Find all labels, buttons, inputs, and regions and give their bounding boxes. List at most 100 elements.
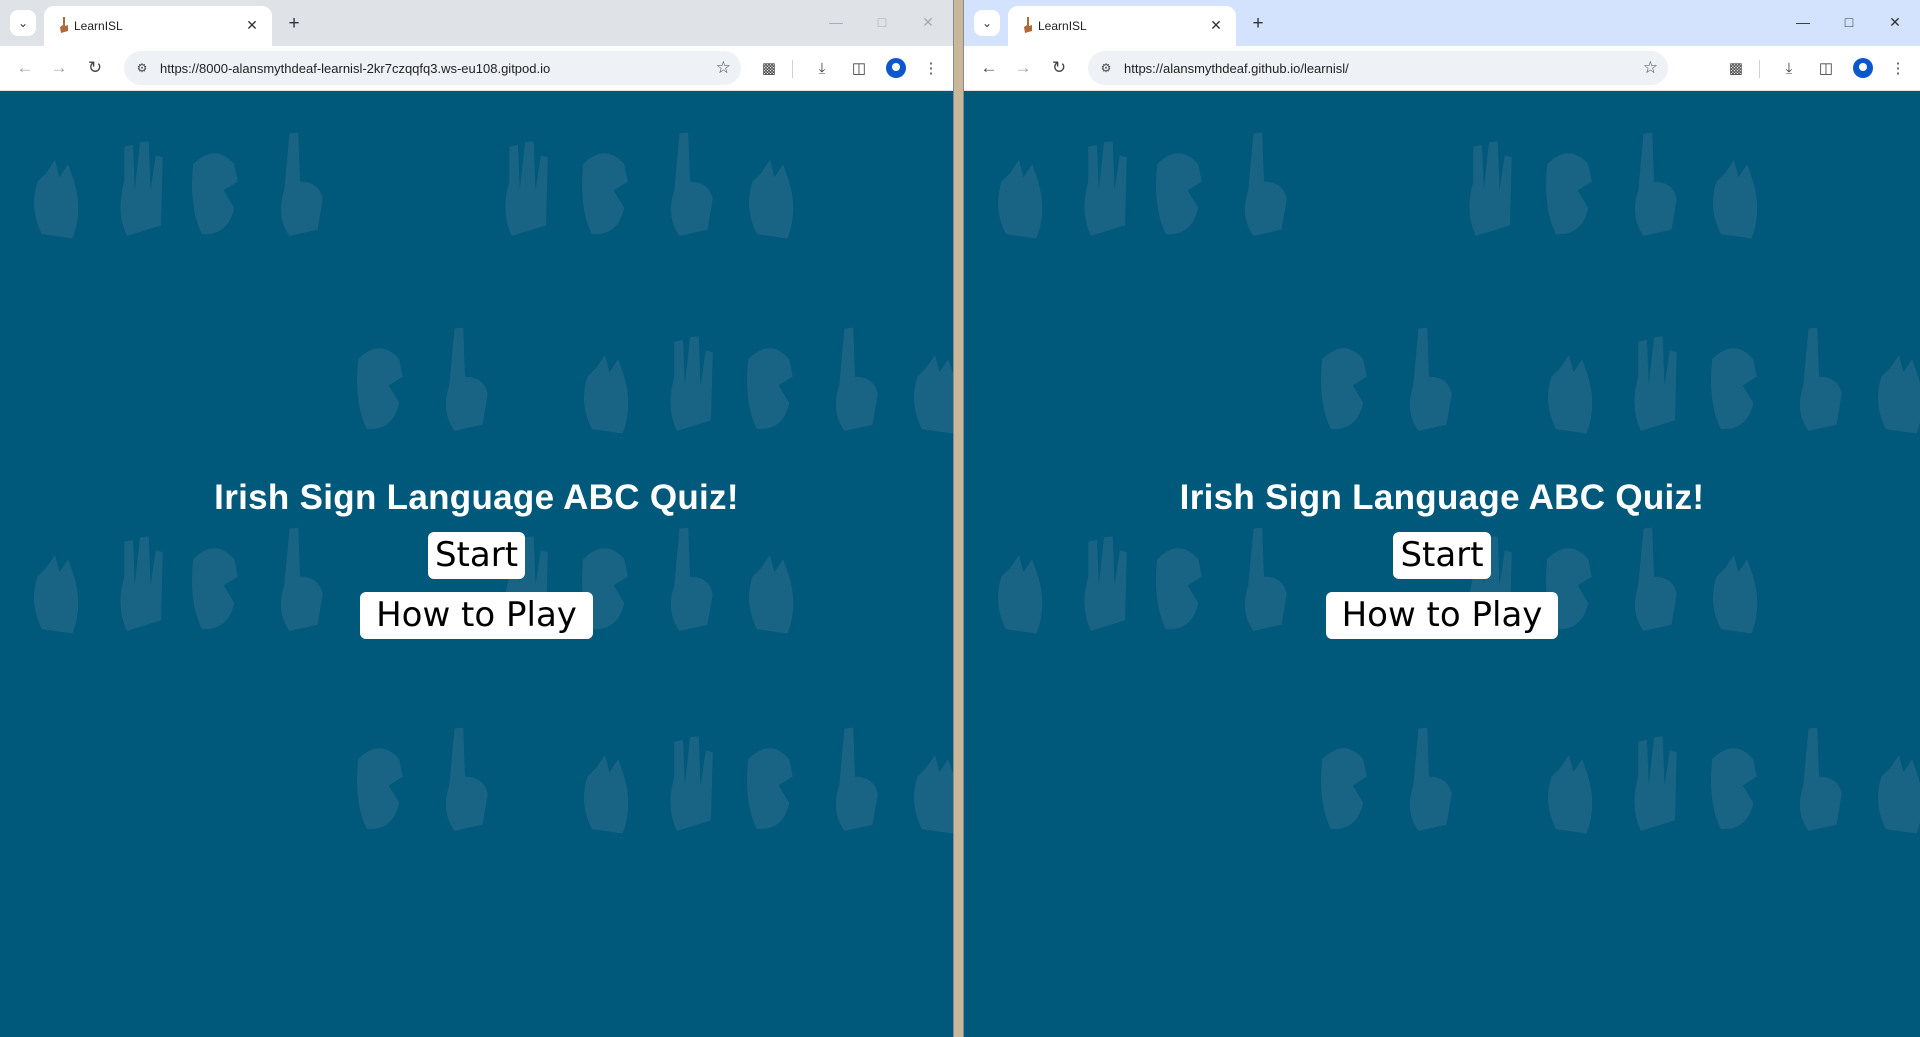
hand-sign-icon	[1321, 748, 1367, 830]
hand-sign-icon	[670, 736, 713, 831]
close-icon: ✕	[1210, 16, 1222, 33]
close-tab-button[interactable]: ✕	[242, 15, 262, 35]
hand-sign-icon	[670, 132, 713, 236]
maximize-button[interactable]: □	[1826, 8, 1872, 36]
star-icon[interactable]: ☆	[716, 58, 731, 78]
hand-sign-icon	[505, 141, 548, 236]
hand-sign-icon	[835, 327, 878, 431]
downloads-button[interactable]: ⤓	[1775, 54, 1803, 82]
tune-icon[interactable]: ⚙	[134, 60, 150, 76]
kebab-menu-icon: ⋮	[923, 60, 939, 77]
profile-icon[interactable]	[886, 58, 906, 78]
forward-button[interactable]: →	[1009, 54, 1037, 82]
hand-favicon-icon	[60, 17, 68, 33]
maximize-button[interactable]: □	[859, 8, 905, 36]
hero-section: Irish Sign Language ABC Quiz! Start How …	[0, 478, 953, 639]
how-to-play-button[interactable]: How to Play	[1325, 592, 1559, 639]
reload-button[interactable]: ↻	[1045, 54, 1073, 82]
puzzle-icon: ▩	[761, 60, 777, 77]
maximize-icon: □	[1844, 14, 1854, 30]
download-icon: ⤓	[1785, 59, 1793, 77]
hand-sign-icon	[120, 141, 163, 236]
menu-button[interactable]: ⋮	[1884, 54, 1912, 82]
reload-icon: ↻	[87, 58, 103, 77]
hand-sign-icon	[1244, 132, 1287, 236]
hand-sign-icon	[998, 159, 1043, 239]
profile-icon[interactable]	[1853, 58, 1873, 78]
hand-sign-icon	[1548, 754, 1593, 834]
hero-section: Irish Sign Language ABC Quiz! Start How …	[964, 478, 1920, 639]
new-tab-button[interactable]: +	[1246, 12, 1270, 36]
download-icon: ⤓	[818, 59, 826, 77]
hand-sign-icon	[1084, 141, 1127, 236]
start-button[interactable]: Start	[1393, 532, 1491, 579]
page-title: Irish Sign Language ABC Quiz!	[214, 478, 739, 517]
page-viewport: Irish Sign Language ABC Quiz! Start How …	[0, 91, 953, 1037]
browser-toolbar: ← → ↻ ⚙ https://8000-alansmythdeaf-learn…	[0, 46, 953, 91]
side-panel-button[interactable]: ◫	[1812, 54, 1840, 82]
reload-button[interactable]: ↻	[81, 54, 109, 82]
close-icon: ✕	[246, 16, 258, 33]
hand-sign-icon	[1156, 153, 1202, 235]
kebab-menu-icon: ⋮	[1890, 60, 1906, 77]
arrow-right-icon: →	[1014, 58, 1032, 77]
hand-sign-icon	[584, 354, 629, 434]
hand-sign-icon	[34, 159, 79, 239]
tab-learnisl[interactable]: LearnISL ✕	[1008, 6, 1236, 46]
arrow-left-icon: ←	[16, 58, 34, 77]
hand-sign-icon	[357, 348, 403, 430]
hand-sign-icon	[747, 748, 793, 830]
tab-title: LearnISL	[1038, 19, 1087, 33]
address-bar[interactable]: ⚙ https://alansmythdeaf.github.io/learni…	[1088, 51, 1668, 85]
menu-button[interactable]: ⋮	[917, 54, 945, 82]
hand-sign-icon	[1711, 748, 1757, 830]
forward-button[interactable]: →	[45, 54, 73, 82]
hand-sign-icon	[1546, 153, 1592, 235]
hand-sign-icon	[1321, 348, 1367, 430]
new-tab-button[interactable]: +	[282, 12, 306, 36]
window-gap	[953, 0, 964, 1037]
tab-title: LearnISL	[74, 19, 123, 33]
hand-sign-icon	[445, 327, 488, 431]
tune-icon[interactable]: ⚙	[1098, 60, 1114, 76]
downloads-button[interactable]: ⤓	[808, 54, 836, 82]
start-button[interactable]: Start	[427, 532, 526, 579]
side-panel-button[interactable]: ◫	[845, 54, 873, 82]
hand-sign-icon	[1634, 736, 1677, 831]
address-bar[interactable]: ⚙ https://8000-alansmythdeaf-learnisl-2k…	[124, 51, 741, 85]
hand-sign-icon	[582, 153, 628, 235]
chevron-down-icon: ⌄	[981, 16, 993, 30]
hand-sign-icon	[445, 727, 488, 831]
minimize-button[interactable]: —	[813, 8, 859, 36]
minimize-button[interactable]: —	[1780, 8, 1826, 36]
reload-icon: ↻	[1051, 58, 1067, 77]
chevron-down-icon: ⌄	[17, 16, 29, 30]
hand-sign-icon	[1634, 132, 1677, 236]
arrow-right-icon: →	[50, 58, 68, 77]
hand-sign-icon	[1799, 727, 1842, 831]
tab-search-button[interactable]: ⌄	[974, 10, 1000, 36]
how-to-play-button[interactable]: How to Play	[360, 592, 593, 639]
extensions-button[interactable]: ▩	[1722, 54, 1750, 82]
minimize-icon: —	[1796, 14, 1810, 30]
url-text[interactable]: https://alansmythdeaf.github.io/learnisl…	[1124, 61, 1349, 76]
hand-sign-icon	[747, 348, 793, 430]
extensions-button[interactable]: ▩	[755, 54, 783, 82]
hand-sign-icon	[1878, 754, 1920, 834]
hand-sign-icon	[670, 336, 713, 431]
url-text[interactable]: https://8000-alansmythdeaf-learnisl-2kr7…	[160, 61, 550, 76]
back-button[interactable]: ←	[975, 54, 1003, 82]
back-button[interactable]: ←	[11, 54, 39, 82]
puzzle-icon: ▩	[1728, 60, 1744, 77]
side-panel-icon: ◫	[1818, 60, 1834, 77]
browser-toolbar: ← → ↻ ⚙ https://alansmythdeaf.github.io/…	[964, 46, 1920, 91]
star-icon[interactable]: ☆	[1643, 58, 1658, 78]
close-tab-button[interactable]: ✕	[1206, 15, 1226, 35]
tab-search-button[interactable]: ⌄	[10, 10, 36, 36]
hand-sign-icon	[1634, 336, 1677, 431]
close-window-button[interactable]: ✕	[1872, 8, 1918, 36]
hand-sign-icon	[1711, 348, 1757, 430]
close-window-button[interactable]: ✕	[905, 8, 951, 36]
tab-learnisl[interactable]: LearnISL ✕	[44, 6, 272, 46]
page-viewport: Irish Sign Language ABC Quiz! Start How …	[964, 91, 1920, 1037]
